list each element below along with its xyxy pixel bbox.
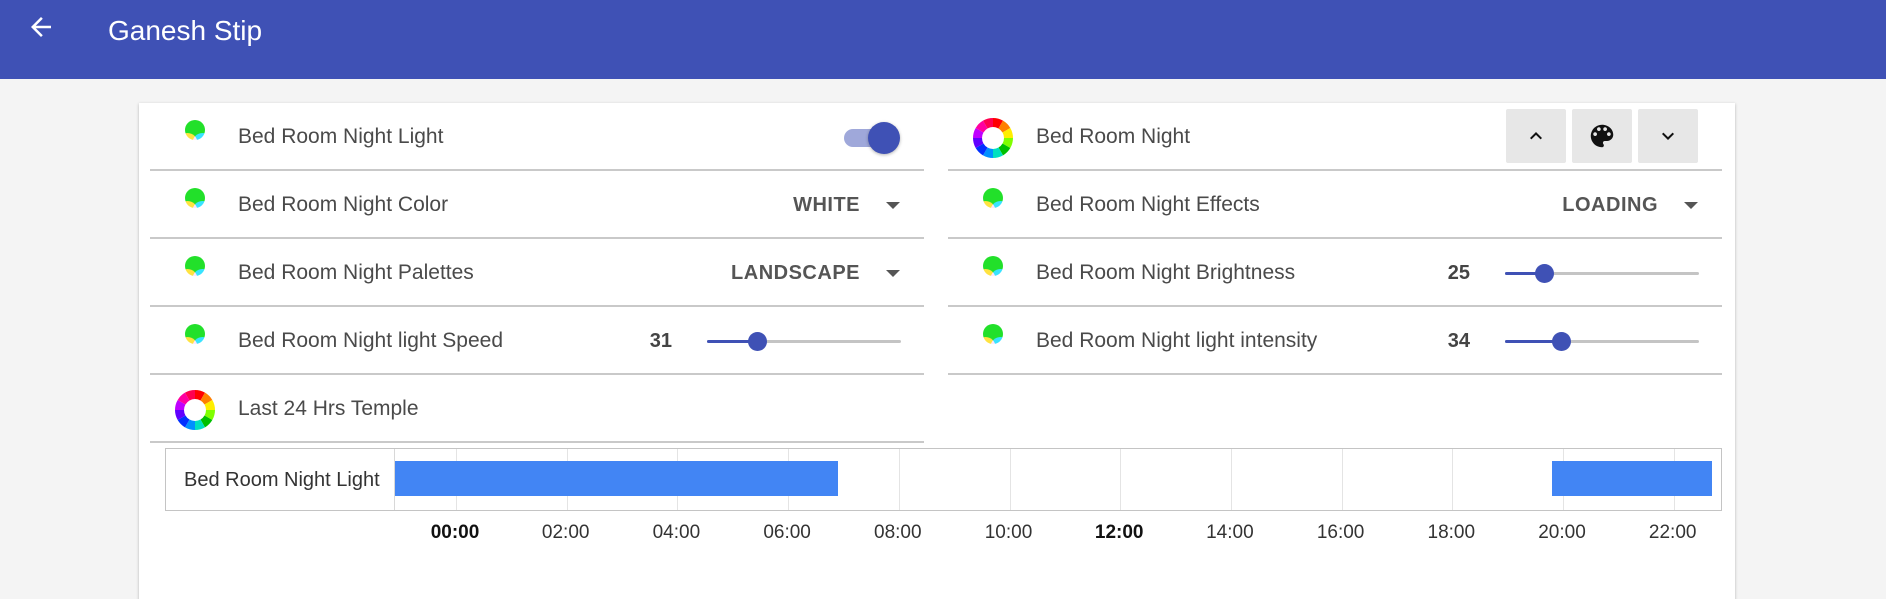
select-value: LANDSCAPE xyxy=(731,261,860,284)
rgb-circles-icon xyxy=(174,253,216,295)
rgb-circles-icon xyxy=(174,117,216,159)
speed-value: 31 xyxy=(649,330,672,352)
down-button[interactable] xyxy=(1638,109,1698,163)
time-tick-label: 14:00 xyxy=(1206,522,1254,543)
time-tick-label: 20:00 xyxy=(1538,522,1586,543)
entity-row-night-palettes[interactable]: Bed Room Night Palettes LANDSCAPE xyxy=(150,239,924,307)
grid-line xyxy=(898,449,900,510)
time-tick-label: 10:00 xyxy=(984,522,1033,543)
caret-down-icon xyxy=(886,201,900,209)
intensity-value: 34 xyxy=(1447,330,1470,352)
caret-down-icon xyxy=(1684,201,1698,209)
entity-row-night-color[interactable]: Bed Room Night Color WHITE xyxy=(150,171,924,239)
rgb-circles-icon xyxy=(972,253,1014,295)
time-tick-label: 02:00 xyxy=(541,522,590,543)
time-tick-label: 22:00 xyxy=(1648,522,1697,543)
time-tick-label: 00:00 xyxy=(430,522,480,543)
color-wheel-icon xyxy=(174,389,216,431)
palette-button[interactable] xyxy=(1572,109,1632,163)
rgb-circles-icon xyxy=(174,185,216,227)
entity-label: Bed Room Night Palettes xyxy=(238,261,474,284)
brightness-slider[interactable] xyxy=(1505,263,1699,283)
page-title: Ganesh Stip xyxy=(108,15,263,46)
entity-row-bed-room-night[interactable]: Bed Room Night xyxy=(948,103,1722,171)
state-on-bar[interactable] xyxy=(1551,461,1713,496)
arrow-left-icon[interactable] xyxy=(26,12,56,42)
grid-line xyxy=(1452,449,1454,510)
up-button[interactable] xyxy=(1506,109,1566,163)
brightness-value: 25 xyxy=(1447,262,1470,284)
time-tick-label: 16:00 xyxy=(1316,522,1365,543)
entity-row-night-brightness[interactable]: Bed Room Night Brightness 25 xyxy=(948,239,1722,307)
entity-row-light-speed[interactable]: Bed Room Night light Speed 31 xyxy=(150,307,924,375)
history-timeline: Bed Room Night Light xyxy=(165,448,1722,511)
color-wheel-icon xyxy=(972,117,1014,159)
entity-row-night-light[interactable]: Bed Room Night Light xyxy=(150,103,924,171)
entity-label: Bed Room Night Effects xyxy=(1036,193,1260,216)
rgb-circles-icon xyxy=(972,185,1014,227)
entity-label: Bed Room Night Color xyxy=(238,193,449,216)
slider-thumb[interactable] xyxy=(1552,332,1572,351)
select-value: LOADING xyxy=(1562,193,1658,216)
grid-line xyxy=(1341,449,1343,510)
speed-slider[interactable] xyxy=(707,331,901,351)
toggle-knob xyxy=(868,122,900,154)
night-light-toggle[interactable] xyxy=(844,121,900,154)
entity-label: Last 24 Hrs Temple xyxy=(238,397,419,420)
chevron-up-icon xyxy=(1530,132,1542,140)
slider-thumb[interactable] xyxy=(1534,264,1554,283)
entity-row-last-24-hrs[interactable]: Last 24 Hrs Temple xyxy=(150,375,924,443)
intensity-slider[interactable] xyxy=(1505,331,1699,351)
effects-select[interactable]: LOADING xyxy=(1562,191,1698,219)
entity-row-light-intensity[interactable]: Bed Room Night light intensity 34 xyxy=(948,307,1722,375)
time-tick-label: 18:00 xyxy=(1427,522,1476,543)
app-header: Ganesh Stip xyxy=(0,0,1886,79)
color-select[interactable]: WHITE xyxy=(793,191,900,219)
entity-label: Bed Room Night Brightness xyxy=(1036,261,1296,284)
history-entity-label: Bed Room Night Light xyxy=(184,469,380,491)
entities-card: Bed Room Night Light Bed Room Night Colo… xyxy=(139,103,1735,599)
palettes-select[interactable]: LANDSCAPE xyxy=(731,259,900,287)
time-tick-label: 06:00 xyxy=(763,522,811,543)
time-tick-label: 08:00 xyxy=(874,522,922,543)
time-tick-label: 12:00 xyxy=(1094,522,1144,543)
grid-line xyxy=(1009,449,1011,510)
grid-line xyxy=(1230,449,1232,510)
entity-label: Bed Room Night Light xyxy=(238,125,444,148)
state-on-bar[interactable] xyxy=(395,461,838,496)
rgb-circles-icon xyxy=(972,321,1014,363)
palette-icon xyxy=(1590,124,1614,148)
entity-row-night-effects[interactable]: Bed Room Night Effects LOADING xyxy=(948,171,1722,239)
rgb-circles-icon xyxy=(174,321,216,363)
caret-down-icon xyxy=(886,269,900,277)
light-control-buttons xyxy=(1506,109,1698,163)
time-tick-label: 04:00 xyxy=(652,522,701,543)
slider-thumb[interactable] xyxy=(748,332,768,351)
entity-label: Bed Room Night light intensity xyxy=(1036,329,1318,352)
chevron-down-icon xyxy=(1662,132,1674,140)
entity-label: Bed Room Night light Speed xyxy=(238,329,503,352)
select-value: WHITE xyxy=(793,193,860,216)
grid-line xyxy=(1120,449,1122,510)
entity-label: Bed Room Night xyxy=(1036,125,1191,148)
